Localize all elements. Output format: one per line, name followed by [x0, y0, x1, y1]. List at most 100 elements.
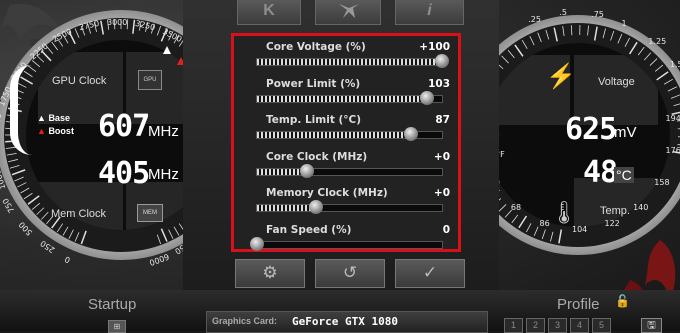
apply-button[interactable]: ✓ [395, 259, 465, 288]
memory-icon: MEM [137, 204, 163, 222]
slider-fill [257, 132, 411, 138]
slider-knob[interactable] [309, 200, 323, 214]
tick-mark [512, 215, 518, 223]
slider-track[interactable] [256, 95, 443, 103]
mem-clock-label: Mem Clock [51, 208, 106, 220]
gpu-clock-label: GPU Clock [52, 75, 106, 87]
tick-mark [69, 230, 73, 239]
msi-dragon-icon [333, 0, 363, 22]
tick-mark [14, 177, 23, 181]
save-icon: 🖫 [642, 319, 661, 332]
tick-mark [75, 232, 79, 241]
boost-label: Boost [48, 126, 74, 136]
voltage-scale-label: 1.5 [670, 60, 680, 69]
windows-icon: ⊞ [109, 321, 125, 332]
tick-mark [563, 26, 564, 36]
voltage-scale-label: 1 [622, 19, 627, 28]
tick-mark [657, 72, 668, 80]
slider-value: +0 [434, 151, 450, 163]
tick-mark [638, 47, 644, 55]
slider-label: Memory Clock (MHz) [266, 187, 388, 199]
windows-startup-button[interactable]: ⊞ [108, 320, 126, 333]
tick-mark [530, 36, 534, 45]
slider-value: 87 [435, 114, 450, 126]
tick-mark [668, 87, 677, 91]
base-triangle-icon: ▲ [37, 113, 46, 123]
tick-mark [12, 170, 25, 175]
gpu-clock-scale-label: 3000 [107, 18, 127, 27]
slider-fill [257, 205, 316, 211]
slider-track[interactable] [256, 58, 443, 66]
startup-label: Startup [88, 296, 136, 313]
voltage-value: 625 [565, 112, 616, 147]
tick-mark [542, 230, 545, 239]
slider-label: Core Clock (MHz) [266, 151, 367, 163]
tick-mark [611, 31, 614, 40]
voltage-scale-label: .75 [591, 10, 604, 19]
info-button[interactable]: i [395, 0, 464, 25]
slider-knob[interactable] [404, 127, 418, 141]
tick-mark [625, 38, 630, 47]
slider-track[interactable] [256, 204, 443, 212]
slider-knob[interactable] [420, 91, 434, 105]
voltage-scale-label: .5 [559, 8, 567, 17]
slider-track[interactable] [256, 168, 443, 176]
reset-button[interactable]: ↺ [315, 259, 385, 288]
gpu-icon: GPU [138, 70, 162, 90]
tick-mark [550, 232, 553, 242]
slider-knob[interactable] [435, 54, 449, 68]
graphics-card-label: Graphics Card: [212, 316, 277, 326]
tick-mark [571, 25, 572, 35]
tick-mark [630, 42, 638, 54]
reset-icon: ↺ [343, 263, 357, 282]
tick-mark [522, 40, 527, 49]
slider-track[interactable] [256, 131, 443, 139]
base-legend: ▲ Base [37, 113, 70, 123]
tick-mark [499, 204, 506, 211]
msi-logo-button[interactable] [315, 0, 381, 25]
tick-mark [10, 165, 20, 168]
tick-mark [6, 147, 16, 148]
slider-value: 0 [443, 224, 450, 236]
slider-fill [257, 96, 427, 102]
tick-mark [526, 223, 531, 232]
tick-mark [595, 27, 597, 41]
slider-knob[interactable] [300, 164, 314, 178]
gpu-clock-arc-indicator [10, 65, 32, 155]
base-label: Base [48, 113, 70, 123]
settings-gear-icon: ⚙ [262, 263, 277, 282]
profile-lock-icon[interactable]: 🔓 [615, 294, 630, 308]
tick-mark [674, 103, 680, 106]
voltage-unit: mV [614, 124, 637, 141]
boost-legend: ▲ Boost [37, 126, 74, 136]
k-boost-button[interactable]: K [237, 0, 301, 25]
slider-label: Fan Speed (%) [266, 224, 351, 236]
tick-mark [17, 183, 26, 187]
tick-mark [21, 188, 30, 193]
tick-mark [81, 231, 86, 244]
profile-label: Profile [557, 296, 600, 313]
slider-label: Temp. Limit (°C) [266, 114, 361, 126]
settings-button[interactable]: ⚙ [235, 259, 305, 288]
info-icon: i [427, 2, 431, 19]
sliders-frame: Core Voltage (%)+100Power Limit (%)103Te… [231, 33, 461, 252]
temp-scale-label: 194 [666, 114, 680, 123]
slider-value: 103 [428, 78, 450, 90]
tick-mark [671, 95, 680, 99]
tick-mark [24, 193, 32, 198]
slider-knob[interactable] [250, 237, 264, 251]
temp-scale-label: 86 [540, 219, 550, 228]
temp-scale-label: 176 [666, 146, 680, 155]
tick-mark [554, 28, 557, 42]
gpu-icon-label: GPU [143, 77, 156, 83]
mem-clock-unit: MHz [148, 166, 179, 183]
tick-mark [8, 159, 18, 161]
graphics-card-bar: Graphics Card: GeForce GTX 1080 [206, 311, 488, 333]
slider-label: Core Voltage (%) [266, 41, 366, 53]
temp-unit: °C [614, 167, 634, 183]
slider-track[interactable] [256, 241, 443, 249]
tick-mark [538, 33, 542, 42]
tick-mark [618, 34, 622, 43]
tick-mark [161, 229, 167, 242]
temp-scale-label: 140 [633, 203, 648, 212]
